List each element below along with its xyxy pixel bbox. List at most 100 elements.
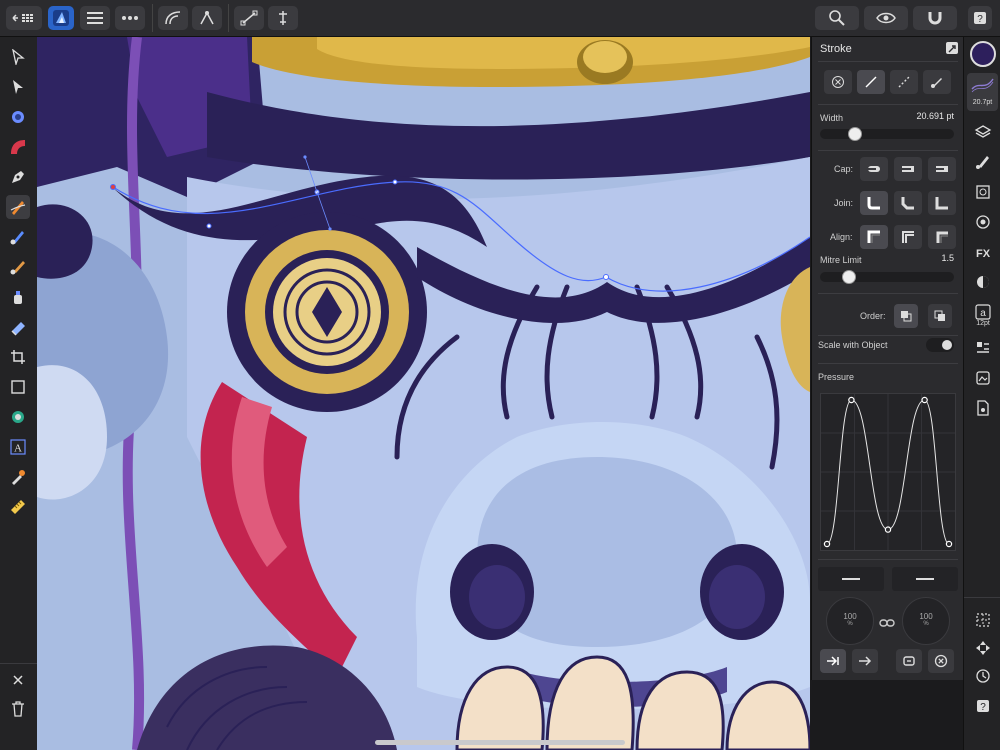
cap-square-button[interactable] <box>928 157 956 181</box>
ruler-icon[interactable] <box>6 495 30 519</box>
join-round-button[interactable] <box>894 191 922 215</box>
pen-tool-icon[interactable] <box>6 165 30 189</box>
node-tool-icon[interactable] <box>158 6 188 30</box>
navigator-icon[interactable] <box>970 635 996 661</box>
cap-round-button[interactable] <box>894 157 922 181</box>
stroke-solid-button[interactable] <box>857 70 885 94</box>
line-start-style[interactable] <box>818 567 884 591</box>
brushes-icon[interactable] <box>970 149 996 175</box>
join-miter-button[interactable] <box>860 191 888 215</box>
mitre-limit-value[interactable]: 1.5 <box>912 253 954 263</box>
shape-tool-icon[interactable] <box>6 405 30 429</box>
trash-icon[interactable] <box>6 697 30 721</box>
paint-brush-icon[interactable] <box>6 255 30 279</box>
menu-icon[interactable] <box>80 6 110 30</box>
effects-icon[interactable]: FX <box>970 239 996 265</box>
svg-text:FX: FX <box>976 248 991 259</box>
zoom-icon[interactable] <box>815 6 859 30</box>
home-indicator[interactable] <box>375 740 625 745</box>
mitre-limit-label: Mitre Limit <box>820 255 862 265</box>
arrow-start-button[interactable] <box>820 649 846 673</box>
pressure-node[interactable] <box>823 540 831 548</box>
join-bevel-button[interactable] <box>928 191 956 215</box>
rectangle-tool-icon[interactable] <box>6 375 30 399</box>
brush-width-well[interactable]: 20.7pt <box>967 73 998 111</box>
pressure-label: Pressure <box>818 372 855 382</box>
pressure-graph[interactable] <box>820 393 956 551</box>
crop-icon[interactable] <box>6 345 30 369</box>
transform-panel-icon[interactable] <box>970 179 996 205</box>
transform-icon[interactable] <box>192 6 222 30</box>
scale-with-object-toggle[interactable] <box>926 338 954 352</box>
current-color[interactable] <box>970 41 996 67</box>
designer-logo-icon[interactable] <box>48 6 74 30</box>
back-grid-icon[interactable] <box>6 6 42 30</box>
pressure-node[interactable] <box>921 396 928 404</box>
line-end-style[interactable] <box>892 567 958 591</box>
end-scale-unit: % <box>923 621 929 627</box>
link-icon[interactable] <box>879 615 895 633</box>
end-scale-value: 100 <box>919 612 933 621</box>
color-picker-icon[interactable] <box>6 465 30 489</box>
mitre-limit-knob[interactable] <box>841 270 856 284</box>
divider <box>818 104 958 105</box>
start-scale-value: 100 <box>843 612 857 621</box>
appearance-icon[interactable] <box>970 209 996 235</box>
order-behind-button[interactable] <box>894 304 918 328</box>
layers-icon[interactable] <box>970 119 996 145</box>
close-icon[interactable] <box>6 668 30 692</box>
width-value[interactable]: 20.691 pt <box>892 111 954 121</box>
stroke-brush-button[interactable] <box>923 70 951 94</box>
cap-butt-button[interactable] <box>860 157 888 181</box>
divider <box>818 293 958 294</box>
pressure-node[interactable] <box>848 396 855 404</box>
width-slider[interactable] <box>820 127 954 141</box>
more-icon[interactable] <box>115 6 145 30</box>
toggle-knob <box>942 340 952 350</box>
document-canvas[interactable] <box>37 37 810 750</box>
studio-strip: 20.7pt FX a 12pt ? <box>963 37 1000 750</box>
grid-icon[interactable] <box>970 607 996 633</box>
pressure-curve[interactable] <box>821 394 955 550</box>
color-swatch[interactable] <box>970 41 996 67</box>
width-slider-knob[interactable] <box>847 127 862 141</box>
swap-arrows-button[interactable] <box>896 649 922 673</box>
stroke-dashed-button[interactable] <box>890 70 918 94</box>
start-scale-dial[interactable]: 100 % <box>826 597 874 645</box>
fill-tool-icon[interactable] <box>6 135 30 159</box>
magnet-icon[interactable] <box>913 6 957 30</box>
vector-brush-icon[interactable] <box>6 225 30 249</box>
align-outside-button[interactable] <box>928 225 956 249</box>
align-inside-button[interactable] <box>894 225 922 249</box>
order-front-button[interactable] <box>928 304 952 328</box>
character-icon[interactable] <box>970 335 996 361</box>
svg-text:a: a <box>980 308 986 319</box>
pencil-tool-icon[interactable] <box>6 195 30 219</box>
end-scale-dial[interactable]: 100 % <box>902 597 950 645</box>
pin-icon[interactable] <box>946 42 958 54</box>
text-tool-icon[interactable]: A <box>6 435 30 459</box>
history-icon[interactable] <box>970 663 996 689</box>
corner-tool-icon[interactable] <box>6 105 30 129</box>
align-label: Align: <box>830 232 853 242</box>
view-mode-icon[interactable] <box>864 6 908 30</box>
styles-icon[interactable] <box>970 269 996 295</box>
pressure-node[interactable] <box>884 526 892 533</box>
spray-icon[interactable] <box>6 285 30 309</box>
align-center-button[interactable] <box>860 225 888 249</box>
stock-icon[interactable] <box>970 365 996 391</box>
document-settings-icon[interactable] <box>970 395 996 421</box>
stroke-none-button[interactable] <box>824 70 852 94</box>
eraser-icon[interactable] <box>6 315 30 339</box>
move-tool-icon[interactable] <box>6 45 30 69</box>
pressure-node[interactable] <box>945 540 953 548</box>
help-icon[interactable]: ? <box>968 6 992 30</box>
snapping-icon[interactable] <box>234 6 264 30</box>
align-icon[interactable] <box>268 6 298 30</box>
arrow-end-button[interactable] <box>852 649 878 673</box>
text-style-icon[interactable]: a 12pt <box>970 299 996 331</box>
mitre-limit-slider[interactable] <box>820 270 954 284</box>
reset-arrows-button[interactable] <box>928 649 954 673</box>
node-tool-icon[interactable] <box>6 75 30 99</box>
hints-icon[interactable]: ? <box>970 693 996 719</box>
